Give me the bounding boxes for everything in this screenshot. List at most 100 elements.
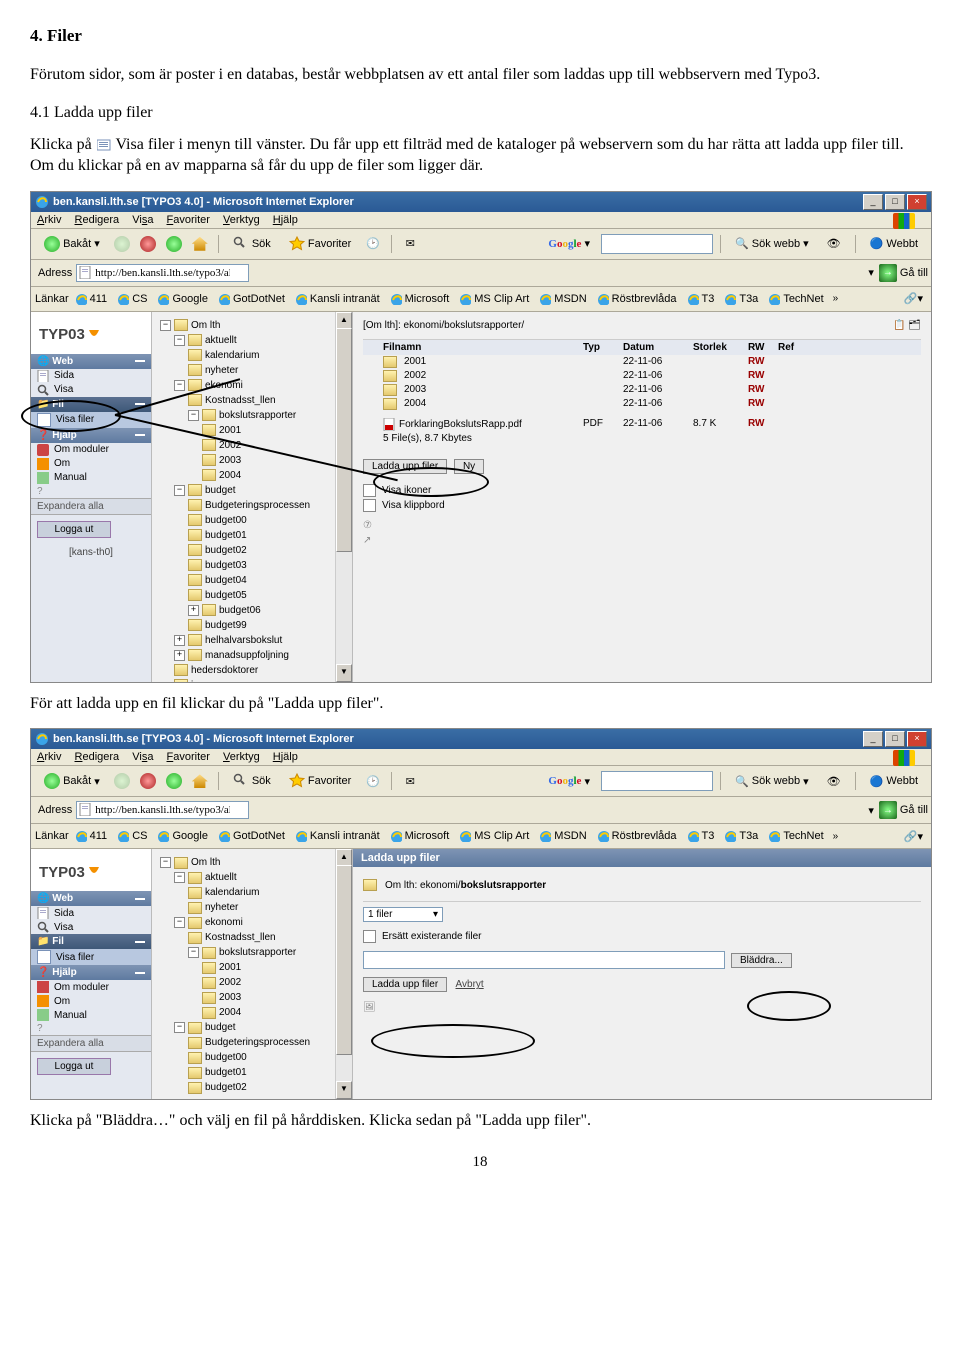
file-row-2003[interactable]: 200322-11-06RW bbox=[363, 383, 921, 397]
forward-button[interactable] bbox=[111, 770, 133, 792]
nav-section-hjalp[interactable]: ❓ Hjälp bbox=[31, 965, 151, 980]
menu-visa[interactable]: Visa bbox=[132, 214, 153, 226]
google-search-input[interactable] bbox=[601, 771, 713, 791]
menu-redigera[interactable]: Redigera bbox=[75, 751, 120, 763]
link-microsoft[interactable]: Microsoft bbox=[386, 293, 454, 305]
tree-2001[interactable]: 2001 bbox=[160, 423, 348, 438]
tree-b03[interactable]: budget03 bbox=[160, 558, 348, 573]
history-button[interactable]: 🕑 bbox=[362, 770, 384, 792]
nav-item-visa-filer[interactable]: Visa filer bbox=[31, 412, 151, 428]
upload-files-button[interactable]: Ladda upp filer bbox=[363, 459, 447, 474]
close-button[interactable]: × bbox=[907, 194, 927, 210]
tree-budget[interactable]: −budget bbox=[160, 483, 348, 498]
mail-button[interactable]: ✉ bbox=[399, 770, 421, 792]
file-row-pdf[interactable]: ForklaringBokslutsRapp.pdfPDF22-11-068.7… bbox=[363, 417, 921, 432]
url-input[interactable] bbox=[76, 801, 249, 819]
nav-section-fil[interactable]: 📁 Fil bbox=[31, 397, 151, 412]
show-clipboard-toggle[interactable]: Visa klippbord bbox=[363, 499, 921, 512]
search-button[interactable]: Sök bbox=[226, 233, 278, 255]
link-msclipart[interactable]: MS Clip Art bbox=[455, 293, 533, 305]
nav-item-manual[interactable]: Manual bbox=[31, 471, 151, 485]
link-t3[interactable]: T3 bbox=[683, 293, 719, 305]
sokwebb-button[interactable]: 🔍 Sök webb ▾ bbox=[728, 770, 816, 792]
tree-kostnad[interactable]: Kostnadsst_llen bbox=[160, 393, 348, 408]
menu-visa[interactable]: Visa bbox=[132, 751, 153, 763]
tree-b02[interactable]: budget02 bbox=[160, 543, 348, 558]
maximize-button[interactable]: □ bbox=[885, 194, 905, 210]
tree-budproc[interactable]: Budgeteringsprocessen bbox=[160, 498, 348, 513]
nav-item-visa-filer[interactable]: Visa filer bbox=[31, 949, 151, 965]
tree-images[interactable]: images bbox=[160, 678, 348, 682]
sokwebb-button[interactable]: 🔍 Sök webb ▾ bbox=[728, 233, 816, 255]
nav-section-web[interactable]: 🌐 Web bbox=[31, 891, 151, 906]
nav-item-visa[interactable]: Visa bbox=[31, 383, 151, 397]
replace-toggle[interactable]: Ersätt existerande filer bbox=[363, 930, 921, 943]
home-button[interactable] bbox=[189, 770, 211, 792]
tree-b99[interactable]: budget99 bbox=[160, 618, 348, 633]
nav-item-om-moduler[interactable]: Om moduler bbox=[31, 443, 151, 457]
file-count-select[interactable]: 1 filer▾ bbox=[363, 907, 443, 922]
tree-aktuellt[interactable]: −aktuellt bbox=[160, 333, 348, 348]
forward-button[interactable] bbox=[111, 233, 133, 255]
tree-manad[interactable]: +manadsuppfoljning bbox=[160, 648, 348, 663]
link-gotdotnet[interactable]: GotDotNet bbox=[214, 293, 289, 305]
refresh-button[interactable] bbox=[163, 770, 185, 792]
tree-b04[interactable]: budget04 bbox=[160, 573, 348, 588]
file-row-2002[interactable]: 200222-11-06RW bbox=[363, 369, 921, 383]
menu-arkiv[interactable]: Arkiv bbox=[37, 751, 61, 763]
webbt-button[interactable]: 🔵 Webbt bbox=[863, 770, 925, 792]
nav-item-help[interactable]: ? bbox=[31, 485, 151, 498]
menu-favoriter[interactable]: Favoriter bbox=[167, 751, 210, 763]
tree-helhalv[interactable]: +helhalvarsbokslut bbox=[160, 633, 348, 648]
tree-b01[interactable]: budget01 bbox=[160, 528, 348, 543]
cancel-link[interactable]: Avbryt bbox=[456, 979, 484, 990]
logout-button[interactable]: Logga ut bbox=[37, 521, 111, 538]
link-technet[interactable]: TechNet bbox=[764, 293, 827, 305]
back-button[interactable]: Bakåt ▾ bbox=[37, 770, 107, 792]
go-button[interactable]: → bbox=[879, 264, 897, 282]
tree-root[interactable]: −Om lth bbox=[160, 318, 348, 333]
menu-hjalp[interactable]: Hjälp bbox=[273, 751, 298, 763]
upload-submit-button[interactable]: Ladda upp filer bbox=[363, 977, 447, 992]
close-button[interactable]: × bbox=[907, 731, 927, 747]
search-button[interactable]: Sök bbox=[226, 770, 278, 792]
tree-2004[interactable]: 2004 bbox=[160, 468, 348, 483]
nav-expand-all[interactable]: Expandera alla bbox=[31, 1035, 151, 1052]
menu-favoriter[interactable]: Favoriter bbox=[167, 214, 210, 226]
file-row-2004[interactable]: 200422-11-06RW bbox=[363, 397, 921, 411]
rank-button[interactable]: 👁 bbox=[820, 770, 848, 792]
tree-heders[interactable]: hedersdoktorer bbox=[160, 663, 348, 678]
link-t3a[interactable]: T3a bbox=[720, 293, 762, 305]
file-path-input[interactable] bbox=[363, 951, 725, 969]
tree-b05[interactable]: budget05 bbox=[160, 588, 348, 603]
nav-section-web[interactable]: 🌐 Web bbox=[31, 354, 151, 369]
tree-kalendarium[interactable]: kalendarium bbox=[160, 348, 348, 363]
stop-button[interactable] bbox=[137, 770, 159, 792]
nav-item-om[interactable]: Om bbox=[31, 457, 151, 471]
tree-2002[interactable]: 2002 bbox=[160, 438, 348, 453]
refresh-button[interactable] bbox=[163, 233, 185, 255]
menu-verktyg[interactable]: Verktyg bbox=[223, 751, 260, 763]
go-button[interactable]: → bbox=[879, 801, 897, 819]
google-toolbar[interactable]: Google ▾ bbox=[541, 233, 597, 255]
url-input[interactable] bbox=[76, 264, 249, 282]
favorites-button[interactable]: Favoriter bbox=[282, 233, 358, 255]
link-kansli[interactable]: Kansli intranät bbox=[291, 293, 384, 305]
link-cs[interactable]: CS bbox=[113, 293, 151, 305]
nav-item-sida[interactable]: Sida bbox=[31, 369, 151, 383]
minimize-button[interactable]: _ bbox=[863, 731, 883, 747]
link-411[interactable]: 411 bbox=[71, 293, 112, 305]
stop-button[interactable] bbox=[137, 233, 159, 255]
minimize-button[interactable]: _ bbox=[863, 194, 883, 210]
nav-section-hjalp[interactable]: ❓ Hjälp bbox=[31, 428, 151, 443]
logout-button[interactable]: Logga ut bbox=[37, 1058, 111, 1075]
menu-verktyg[interactable]: Verktyg bbox=[223, 214, 260, 226]
file-row-2001[interactable]: 200122-11-06RW bbox=[363, 355, 921, 369]
link-google[interactable]: Google bbox=[153, 293, 211, 305]
tree-scrollbar[interactable]: ▲▼ bbox=[335, 849, 352, 1099]
tree-nyheter[interactable]: nyheter bbox=[160, 363, 348, 378]
history-button[interactable]: 🕑 bbox=[362, 233, 384, 255]
tree-bokslut[interactable]: −bokslutsrapporter bbox=[160, 408, 348, 423]
link-msdn[interactable]: MSDN bbox=[535, 293, 590, 305]
menu-hjalp[interactable]: Hjälp bbox=[273, 214, 298, 226]
